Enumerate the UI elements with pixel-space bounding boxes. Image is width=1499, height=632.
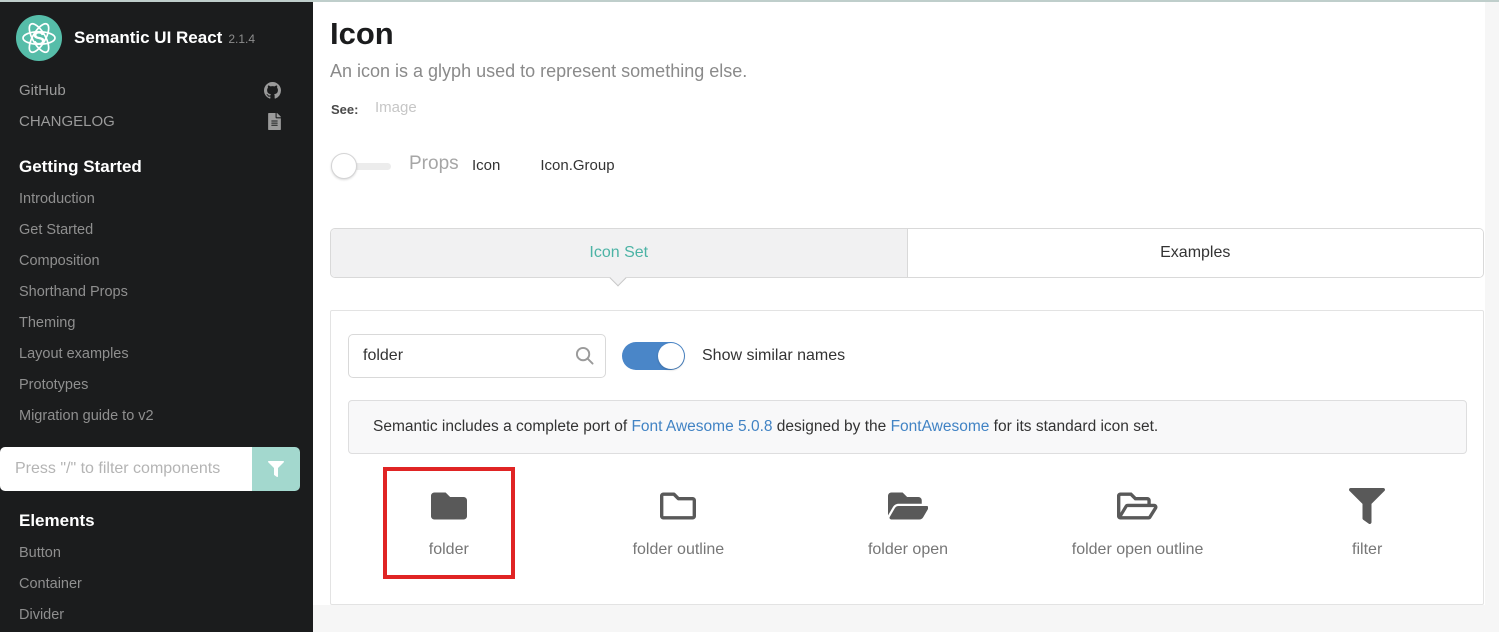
show-similar-label: Show similar names [702,347,845,365]
font-awesome-link[interactable]: Font Awesome 5.0.8 [631,418,772,435]
sidebar-item-introduction[interactable]: Introduction [0,184,313,215]
sidebar-item-button[interactable]: Button [0,538,313,569]
sidebar-link-changelog[interactable]: CHANGELOG [0,106,313,137]
folder-open-icon [888,488,929,524]
see-label: See: [331,102,358,117]
icon-result-filter[interactable]: filter [1252,462,1482,590]
sidebar-item-divider[interactable]: Divider [0,600,313,631]
props-toggle[interactable] [331,153,393,179]
brand[interactable]: S Semantic UI React 2.1.4 [0,0,313,75]
folder-open-outline-icon [1117,488,1158,524]
show-similar-toggle-knob [658,343,684,369]
sidebar-item-theming[interactable]: Theming [0,308,313,339]
main-area: Icon An icon is a glyph used to represen… [313,0,1499,632]
page-title: Icon [330,16,394,52]
show-similar-toggle[interactable] [622,342,685,370]
message-text: Semantic includes a complete port of Fon… [373,418,1158,436]
component-filter-button[interactable] [252,447,300,491]
sidebar: S Semantic UI React 2.1.4 GitHub CHANGELO… [0,0,313,632]
fontawesome-site-link[interactable]: FontAwesome [891,418,990,435]
message-middle: designed by the [773,418,891,435]
sidebar-link-github[interactable]: GitHub [0,75,313,106]
changelog-link-label: CHANGELOG [19,113,115,130]
icon-result-label: folder open [868,541,948,559]
tab-menu: Icon Set Examples [330,228,1484,278]
component-filter [0,447,300,491]
icon-results-grid: folder folder outline folder open folder op… [334,462,1482,590]
sidebar-item-layout-examples[interactable]: Layout examples [0,339,313,370]
icon-result-folder-open[interactable]: folder open [793,462,1023,590]
tab-examples[interactable]: Examples [908,229,1484,277]
section-title-elements: Elements [0,491,313,538]
icon-result-folder-open-outline[interactable]: folder open outline [1023,462,1253,590]
icon-result-label: folder open outline [1072,541,1204,559]
sidebar-section-elements: ElementsButtonContainerDivider [0,491,313,631]
see-link-image[interactable]: Image [375,99,417,116]
icon-result-label: folder outline [633,541,725,559]
folder-outline-icon [660,488,696,524]
icon-search [348,334,606,378]
props-link-icon-group[interactable]: Icon.Group [540,157,614,174]
semantic-ui-logo-icon: S [16,15,62,61]
brand-version: 2.1.4 [228,32,255,46]
folder-icon [431,488,467,524]
message-suffix: for its standard icon set. [989,418,1158,435]
sidebar-item-prototypes[interactable]: Prototypes [0,370,313,401]
search-icon [575,346,594,365]
component-filter-input[interactable] [0,447,252,491]
filter-icon [268,461,284,477]
icon-result-folder-outline[interactable]: folder outline [564,462,794,590]
icon-search-input[interactable] [348,334,606,378]
filter-icon [1349,488,1385,524]
font-awesome-message: Semantic includes a complete port of Fon… [348,400,1467,454]
section-title-getting-started: Getting Started [0,137,313,184]
sidebar-item-shorthand-props[interactable]: Shorthand Props [0,277,313,308]
sidebar-item-get-started[interactable]: Get Started [0,215,313,246]
message-prefix: Semantic includes a complete port of [373,418,631,435]
props-label: Props [409,153,459,175]
icon-result-label: folder [429,541,469,559]
sidebar-section-getting-started: Getting StartedIntroductionGet StartedCo… [0,137,313,432]
sidebar-item-composition[interactable]: Composition [0,246,313,277]
icon-result-folder[interactable]: folder [334,462,564,590]
window-top-edge [0,0,1499,2]
props-links: Icon Icon.Group [472,157,615,174]
github-icon [264,82,281,99]
page-subtitle: An icon is a glyph used to represent som… [330,61,747,82]
sidebar-item-container[interactable]: Container [0,569,313,600]
icon-result-label: filter [1352,541,1382,559]
file-icon [268,113,281,130]
sidebar-item-migration-guide-to-v2[interactable]: Migration guide to v2 [0,401,313,432]
svg-text:S: S [33,29,46,50]
github-link-label: GitHub [19,82,66,99]
props-link-icon[interactable]: Icon [472,157,500,174]
main-content: Icon An icon is a glyph used to represen… [313,0,1485,605]
props-toggle-knob [331,153,357,179]
brand-title: Semantic UI React [74,28,222,47]
